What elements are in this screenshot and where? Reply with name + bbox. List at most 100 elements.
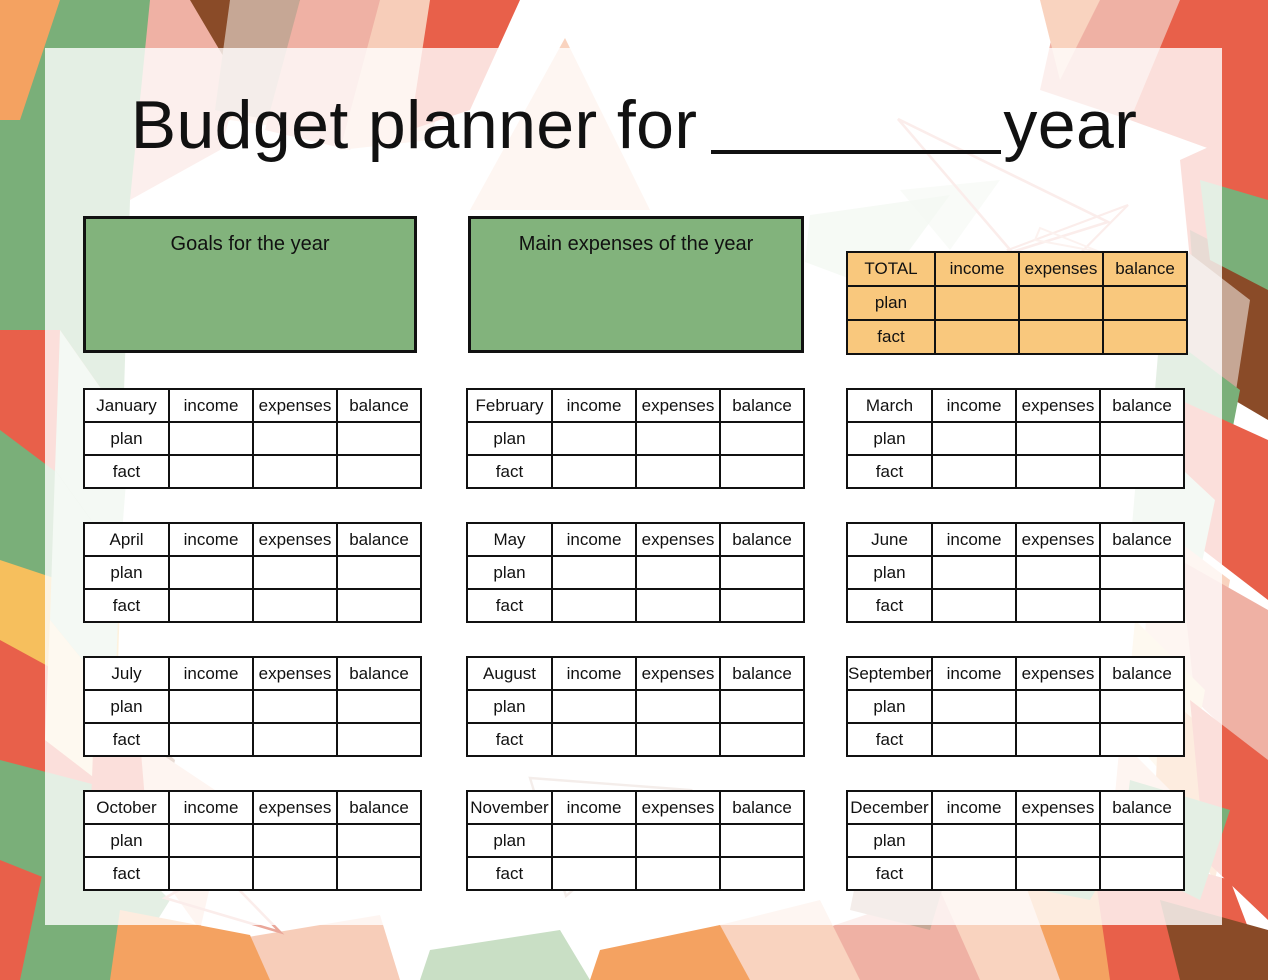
- cell-fact-balance[interactable]: [1099, 454, 1185, 489]
- year-blank-field[interactable]: [711, 100, 1002, 154]
- cell-fact-expenses[interactable]: [1018, 319, 1104, 355]
- cell-fact-balance[interactable]: [719, 588, 805, 623]
- cell-plan-income[interactable]: [551, 689, 637, 724]
- cell-plan-expenses[interactable]: [635, 555, 721, 590]
- cell-plan-balance[interactable]: [719, 555, 805, 590]
- cell-plan-expenses[interactable]: [252, 823, 338, 858]
- cell-fact-expenses[interactable]: [635, 588, 721, 623]
- cell-plan-income[interactable]: [168, 555, 254, 590]
- cell-fact-income[interactable]: [551, 722, 637, 757]
- cell-fact-income[interactable]: [931, 588, 1017, 623]
- cell-fact-income[interactable]: [931, 856, 1017, 891]
- cell-plan-balance[interactable]: [336, 823, 422, 858]
- cell-plan-expenses[interactable]: [635, 421, 721, 456]
- cell-fact-balance[interactable]: [1102, 319, 1188, 355]
- cell-fact-expenses[interactable]: [635, 856, 721, 891]
- cell-fact-expenses[interactable]: [252, 856, 338, 891]
- cell-plan-income[interactable]: [168, 689, 254, 724]
- cell-plan-expenses[interactable]: [1015, 823, 1101, 858]
- cell-fact-balance[interactable]: [1099, 722, 1185, 757]
- cell-plan-income[interactable]: [931, 421, 1017, 456]
- cell-plan-income[interactable]: [931, 555, 1017, 590]
- cell-fact-income[interactable]: [931, 722, 1017, 757]
- cell-fact-expenses[interactable]: [1015, 588, 1101, 623]
- table-header-row: September income expenses balance: [846, 656, 1185, 691]
- table-row-plan: plan: [846, 689, 1185, 724]
- cell-fact-expenses[interactable]: [1015, 722, 1101, 757]
- cell-fact-income[interactable]: [168, 588, 254, 623]
- cell-fact-income[interactable]: [934, 319, 1020, 355]
- cell-fact-income[interactable]: [551, 856, 637, 891]
- cell-plan-income[interactable]: [934, 285, 1020, 321]
- cell-plan-balance[interactable]: [1102, 285, 1188, 321]
- cell-plan-balance[interactable]: [1099, 421, 1185, 456]
- cell-fact-balance[interactable]: [336, 454, 422, 489]
- table-row-fact: fact: [466, 454, 805, 489]
- column-header-balance: balance: [336, 790, 422, 825]
- row-label-plan: plan: [846, 689, 933, 724]
- column-header-income: income: [931, 656, 1017, 691]
- cell-fact-income[interactable]: [168, 454, 254, 489]
- cell-plan-balance[interactable]: [1099, 555, 1185, 590]
- cell-plan-income[interactable]: [931, 823, 1017, 858]
- cell-fact-expenses[interactable]: [252, 454, 338, 489]
- column-header-balance: balance: [1102, 251, 1188, 287]
- cell-plan-income[interactable]: [551, 823, 637, 858]
- cell-plan-expenses[interactable]: [1018, 285, 1104, 321]
- cell-fact-balance[interactable]: [336, 588, 422, 623]
- cell-fact-expenses[interactable]: [252, 588, 338, 623]
- cell-fact-balance[interactable]: [336, 722, 422, 757]
- table-row-plan: plan: [846, 421, 1185, 456]
- cell-plan-expenses[interactable]: [635, 823, 721, 858]
- cell-plan-expenses[interactable]: [1015, 555, 1101, 590]
- cell-plan-balance[interactable]: [719, 823, 805, 858]
- cell-fact-expenses[interactable]: [252, 722, 338, 757]
- cell-plan-expenses[interactable]: [252, 689, 338, 724]
- cell-plan-expenses[interactable]: [635, 689, 721, 724]
- cell-plan-income[interactable]: [168, 823, 254, 858]
- table-header-row: January income expenses balance: [83, 388, 422, 423]
- cell-fact-balance[interactable]: [719, 722, 805, 757]
- cell-plan-expenses[interactable]: [1015, 689, 1101, 724]
- cell-plan-expenses[interactable]: [252, 555, 338, 590]
- cell-fact-income[interactable]: [168, 856, 254, 891]
- column-header-balance: balance: [719, 388, 805, 423]
- table-header-row: November income expenses balance: [466, 790, 805, 825]
- cell-fact-income[interactable]: [168, 722, 254, 757]
- cell-fact-balance[interactable]: [1099, 588, 1185, 623]
- cell-fact-balance[interactable]: [336, 856, 422, 891]
- cell-plan-expenses[interactable]: [1015, 421, 1101, 456]
- cell-plan-income[interactable]: [168, 421, 254, 456]
- cell-plan-income[interactable]: [931, 689, 1017, 724]
- main-expenses-of-the-year-box[interactable]: Main expenses of the year: [468, 216, 804, 353]
- goals-for-the-year-box[interactable]: Goals for the year: [83, 216, 417, 353]
- cell-fact-expenses[interactable]: [1015, 856, 1101, 891]
- cell-fact-income[interactable]: [551, 588, 637, 623]
- cell-plan-balance[interactable]: [1099, 823, 1185, 858]
- month-table-october: October income expenses balance plan fact: [83, 790, 422, 891]
- row-label-plan: plan: [466, 421, 553, 456]
- cell-plan-balance[interactable]: [719, 421, 805, 456]
- column-header-income: income: [551, 656, 637, 691]
- cell-plan-balance[interactable]: [719, 689, 805, 724]
- cell-plan-balance[interactable]: [336, 555, 422, 590]
- cell-fact-balance[interactable]: [719, 856, 805, 891]
- cell-plan-income[interactable]: [551, 421, 637, 456]
- cell-plan-balance[interactable]: [336, 689, 422, 724]
- cell-fact-balance[interactable]: [719, 454, 805, 489]
- cell-plan-expenses[interactable]: [252, 421, 338, 456]
- cell-fact-expenses[interactable]: [635, 454, 721, 489]
- cell-fact-income[interactable]: [551, 454, 637, 489]
- table-header-row: March income expenses balance: [846, 388, 1185, 423]
- cell-plan-income[interactable]: [551, 555, 637, 590]
- cell-fact-expenses[interactable]: [1015, 454, 1101, 489]
- table-row-fact: fact: [83, 722, 422, 757]
- month-table-february: February income expenses balance plan fact: [466, 388, 805, 489]
- month-table-january: January income expenses balance plan fact: [83, 388, 422, 489]
- cell-fact-expenses[interactable]: [635, 722, 721, 757]
- column-header-expenses: expenses: [1015, 388, 1101, 423]
- cell-fact-balance[interactable]: [1099, 856, 1185, 891]
- cell-fact-income[interactable]: [931, 454, 1017, 489]
- cell-plan-balance[interactable]: [336, 421, 422, 456]
- cell-plan-balance[interactable]: [1099, 689, 1185, 724]
